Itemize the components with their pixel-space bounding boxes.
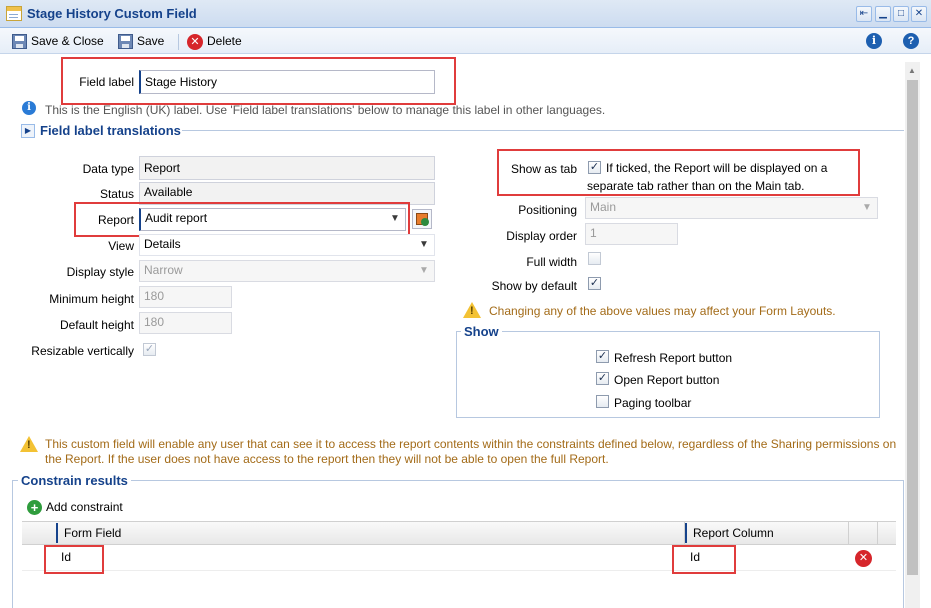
save-close-label: Save & Close xyxy=(31,34,104,48)
scrollbar-thumb[interactable] xyxy=(907,80,918,575)
add-constraint-button[interactable]: Add constraint xyxy=(46,500,123,514)
info-icon: i xyxy=(22,101,36,115)
delete-icon: ✕ xyxy=(187,33,203,50)
show-group-title: Show xyxy=(461,324,502,339)
column-marker xyxy=(56,523,58,543)
min-height-label: Minimum height xyxy=(49,292,134,306)
translations-title[interactable]: Field label translations xyxy=(40,123,181,138)
save-button[interactable]: Save xyxy=(118,32,164,50)
report-select-value: Audit report xyxy=(145,211,208,225)
info-icon[interactable]: i xyxy=(866,33,882,49)
full-width-label: Full width xyxy=(526,255,577,269)
status-label: Status xyxy=(99,187,134,201)
default-height-label: Default height xyxy=(59,318,134,332)
row-report-column[interactable]: Id xyxy=(690,550,700,564)
display-order-field: 1 xyxy=(585,223,678,245)
display-style-label: Display style xyxy=(66,265,134,279)
paging-checkbox[interactable] xyxy=(596,395,609,408)
scroll-up-icon[interactable]: ▲ xyxy=(908,66,916,75)
field-label-caption: Field label xyxy=(79,75,134,89)
toolbar: Save & Close Save ✕ Delete i ? xyxy=(0,28,931,54)
display-order-label: Display order xyxy=(506,229,577,243)
form-icon xyxy=(6,6,22,21)
column-form-field[interactable]: Form Field xyxy=(64,522,121,544)
column-marker xyxy=(685,523,687,543)
toolbar-divider xyxy=(178,34,179,50)
save-label: Save xyxy=(137,34,165,48)
field-label-info: This is the English (UK) label. Use 'Fie… xyxy=(45,103,606,117)
window-titlebar: Stage History Custom Field ⇤ ▁ □ ✕ xyxy=(0,0,931,28)
display-style-value: Narrow xyxy=(144,263,183,277)
layout-warning-text: Changing any of the above values may aff… xyxy=(489,304,836,318)
paging-label: Paging toolbar xyxy=(614,396,692,410)
add-icon[interactable]: + xyxy=(27,500,42,515)
field-label-input[interactable]: Stage History xyxy=(139,70,435,94)
close-icon[interactable]: ✕ xyxy=(911,6,927,22)
min-height-field: 180 xyxy=(139,286,232,308)
chevron-down-icon: ▼ xyxy=(862,202,872,213)
positioning-select: Main ▼ xyxy=(585,197,878,219)
positioning-label: Positioning xyxy=(518,203,577,217)
view-label: View xyxy=(108,239,134,253)
positioning-value: Main xyxy=(590,200,617,214)
resizable-label: Resizable vertically xyxy=(31,344,134,358)
column-divider xyxy=(877,521,878,545)
delete-button[interactable]: ✕ Delete xyxy=(187,32,242,50)
data-type-field: Report xyxy=(139,156,435,180)
chevron-down-icon: ▼ xyxy=(419,265,429,276)
display-style-select: Narrow ▼ xyxy=(139,260,435,282)
view-select-value: Details xyxy=(144,237,181,251)
open-report-label: Open Report button xyxy=(614,373,720,387)
column-divider xyxy=(848,521,849,545)
table-row[interactable] xyxy=(22,545,896,571)
maximize-icon[interactable]: □ xyxy=(893,6,909,22)
row-form-field[interactable]: Id xyxy=(61,550,71,564)
report-label: Report xyxy=(97,213,134,227)
report-select[interactable]: Audit report ▼ xyxy=(139,208,406,231)
resizable-checkbox: ✓ xyxy=(143,343,156,356)
highlight-form-field xyxy=(44,545,104,574)
show-by-default-checkbox[interactable]: ✓ xyxy=(588,277,601,290)
pin-icon[interactable]: ⇤ xyxy=(856,6,872,22)
show-by-default-label: Show by default xyxy=(491,279,577,293)
window-title: Stage History Custom Field xyxy=(27,6,197,21)
remove-row-icon[interactable]: ✕ xyxy=(855,550,872,567)
divider xyxy=(182,130,904,131)
grid-header: Form Field Report Column xyxy=(22,521,896,545)
refresh-label: Refresh Report button xyxy=(614,351,733,365)
column-report-column[interactable]: Report Column xyxy=(693,522,774,544)
chevron-down-icon[interactable]: ▼ xyxy=(416,236,432,253)
save-close-button[interactable]: Save & Close xyxy=(12,32,104,50)
show-as-tab-text: If ticked, the Report will be displayed … xyxy=(587,161,828,193)
open-report-checkbox[interactable]: ✓ xyxy=(596,372,609,385)
save-icon xyxy=(118,34,133,50)
expand-icon[interactable]: ▶ xyxy=(21,124,35,138)
chevron-down-icon[interactable]: ▼ xyxy=(387,210,403,227)
highlight-report-column xyxy=(672,545,736,574)
data-type-label: Data type xyxy=(82,162,134,176)
refresh-checkbox[interactable]: ✓ xyxy=(596,350,609,363)
view-select[interactable]: Details ▼ xyxy=(139,234,435,256)
save-icon xyxy=(12,34,27,50)
report-icon-badge xyxy=(421,218,429,226)
warning-mark: ! xyxy=(470,305,474,317)
default-height-field: 180 xyxy=(139,312,232,334)
full-width-checkbox xyxy=(588,252,601,265)
access-warning-text: This custom field will enable any user t… xyxy=(45,437,897,466)
constrain-title: Constrain results xyxy=(18,473,131,488)
minimize-icon[interactable]: ▁ xyxy=(875,6,891,22)
delete-label: Delete xyxy=(207,34,242,48)
open-report-button[interactable] xyxy=(412,209,432,229)
help-icon[interactable]: ? xyxy=(903,33,919,49)
warning-mark: ! xyxy=(27,439,31,451)
show-as-tab-label: Show as tab xyxy=(510,162,577,176)
